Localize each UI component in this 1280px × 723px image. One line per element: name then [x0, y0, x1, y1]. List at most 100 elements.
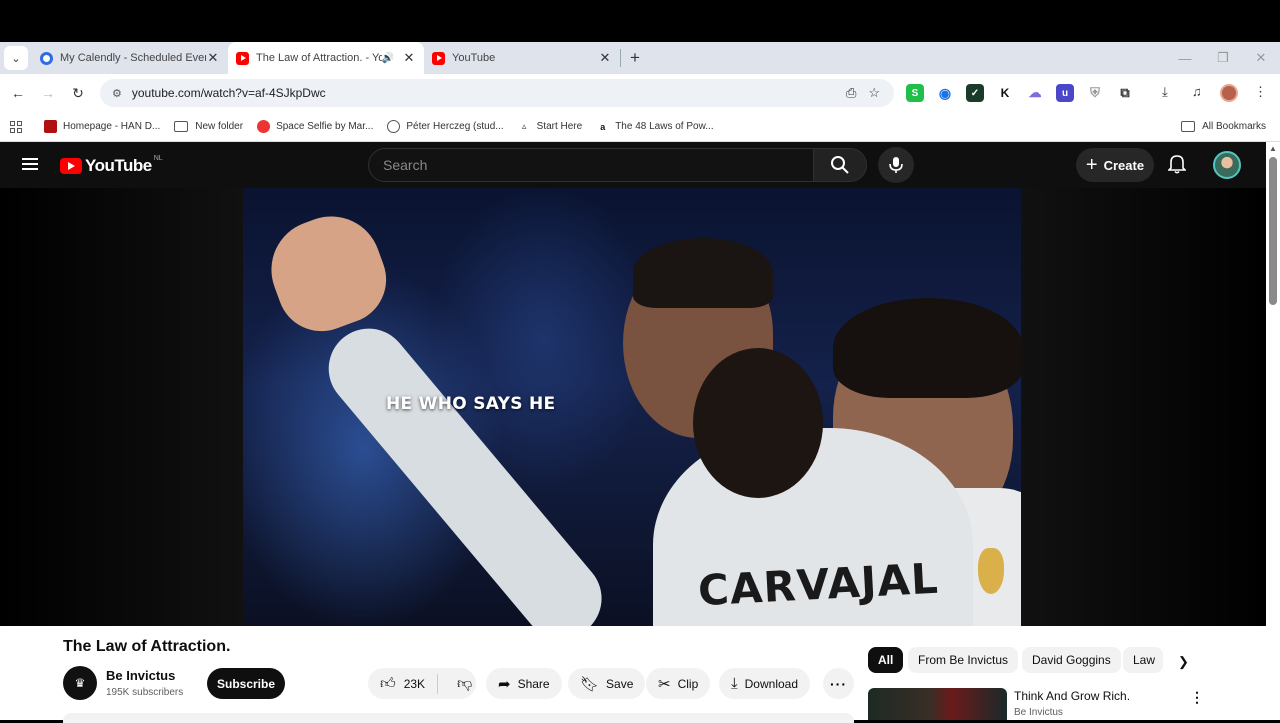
tab-law-of-attraction[interactable]: The Law of Attraction. - YouTube 🔊 ✕: [228, 42, 424, 74]
channel-name[interactable]: Be Invictus: [106, 668, 175, 683]
chip-david-goggins[interactable]: David Goggins: [1022, 647, 1121, 673]
tab-calendly[interactable]: My Calendly - Scheduled Events ✕: [32, 42, 228, 74]
close-window-icon[interactable]: ✕: [1242, 50, 1280, 66]
browser-profile-avatar[interactable]: [1220, 84, 1238, 102]
bookmark-label: New folder: [195, 121, 244, 132]
bookmarks-bar: Homepage - HAN D... New folder Space Sel…: [0, 112, 1280, 142]
bookmark-folder[interactable]: New folder: [174, 121, 243, 132]
chip-all[interactable]: All: [868, 647, 904, 673]
audio-playing-icon[interactable]: 🔊: [382, 53, 394, 64]
video-scene-back-head: [693, 348, 823, 498]
bookmark-item[interactable]: a The 48 Laws of Pow...: [596, 120, 713, 133]
minimize-icon[interactable]: —: [1166, 51, 1204, 66]
more-actions-button[interactable]: ···: [823, 668, 854, 699]
extension-shield-icon[interactable]: ⛨: [1086, 84, 1104, 102]
more-vertical-icon[interactable]: ⋮: [1190, 689, 1204, 706]
page-scrollbar[interactable]: ▲: [1266, 142, 1280, 720]
media-control-icon[interactable]: ♫: [1192, 84, 1202, 99]
voice-search-button[interactable]: [878, 147, 914, 183]
download-button[interactable]: ⤓ Download: [719, 668, 811, 699]
bookmark-item[interactable]: Homepage - HAN D...: [44, 120, 160, 133]
extensions-puzzle-icon[interactable]: ⧉: [1116, 84, 1134, 102]
browser-toolbar: ← → ↻ ⚙ youtube.com/watch?v=af-4SJkpDwc …: [0, 74, 1280, 112]
youtube-logo[interactable]: YouTube NL: [60, 154, 163, 176]
search-button[interactable]: [813, 148, 867, 182]
video-scene-teammate-hair: [833, 298, 1021, 398]
country-code: NL: [153, 154, 163, 162]
tab-search-button[interactable]: ⌄: [0, 42, 32, 74]
channel-avatar[interactable]: ♛: [63, 666, 97, 700]
install-app-icon[interactable]: ⎙: [846, 85, 856, 101]
youtube-favicon-icon: [432, 51, 445, 65]
extension-check-icon[interactable]: ✓: [966, 84, 984, 102]
forward-arrow-icon[interactable]: →: [33, 85, 63, 101]
extension-s-icon[interactable]: S: [906, 84, 924, 102]
reload-icon[interactable]: ↻: [63, 85, 93, 102]
clip-label: Clip: [677, 676, 699, 691]
channel-watermark-icon[interactable]: [1227, 578, 1249, 600]
like-button[interactable]: 👍︎ 23K: [368, 673, 439, 694]
bookmark-item[interactable]: ▵ Start Here: [518, 120, 582, 133]
bookmark-label: Péter Herczeg (stud...: [406, 121, 504, 132]
close-tab-icon[interactable]: ✕: [206, 50, 220, 66]
close-tab-icon[interactable]: ✕: [402, 50, 416, 66]
download-icon[interactable]: ⤓: [1162, 84, 1168, 100]
url-text[interactable]: youtube.com/watch?v=af-4SJkpDwc: [132, 86, 326, 100]
bookmark-star-icon[interactable]: ☆: [868, 85, 880, 101]
clip-button[interactable]: ✂ Clip: [646, 668, 711, 699]
site-info-icon[interactable]: ⚙: [112, 87, 122, 100]
download-arrow-icon: ⤓: [731, 675, 738, 692]
youtube-header: YouTube NL Search + Create: [0, 142, 1266, 188]
window-controls: — ❐ ✕: [1166, 42, 1280, 74]
bookmark-item[interactable]: Space Selfie by Mar...: [257, 120, 373, 133]
video-caption: HE WHO SAYS HE: [386, 394, 556, 414]
extension-u-icon[interactable]: u: [1056, 84, 1074, 102]
extension-cloud-icon[interactable]: ☁: [1026, 84, 1044, 102]
logo-text: YouTube: [85, 156, 152, 175]
subscribe-button[interactable]: Subscribe: [207, 668, 285, 699]
tab-youtube[interactable]: YouTube ✕: [424, 42, 620, 74]
back-arrow-icon[interactable]: ←: [3, 85, 33, 101]
dislike-button[interactable]: 👎︎: [445, 675, 484, 693]
search-input[interactable]: Search: [368, 148, 814, 182]
youtube-play-icon: [60, 158, 82, 174]
close-tab-icon[interactable]: ✕: [598, 50, 612, 66]
han-favicon-icon: [44, 120, 57, 133]
search-icon: [831, 156, 849, 174]
tab-title: YouTube: [452, 52, 496, 64]
thumbs-down-icon: 👎︎: [457, 674, 473, 692]
hamburger-menu-icon[interactable]: [22, 158, 38, 170]
notifications-button[interactable]: [1167, 154, 1187, 179]
chevron-right-icon[interactable]: ❯: [1178, 654, 1189, 670]
save-button[interactable]: 🔖︎ Save: [568, 668, 646, 699]
recommended-video-channel[interactable]: Be Invictus: [1014, 707, 1063, 718]
chip-law[interactable]: Law: [1123, 647, 1163, 673]
recommended-video-thumbnail[interactable]: [868, 688, 1007, 720]
tab-title: My Calendly - Scheduled Events: [60, 52, 206, 64]
extension-k-icon[interactable]: K: [996, 84, 1014, 102]
chip-from-channel[interactable]: From Be Invictus: [908, 647, 1019, 673]
recommended-video-title[interactable]: Think And Grow Rich.: [1014, 689, 1130, 703]
extension-circle-icon[interactable]: ◉: [936, 84, 954, 102]
restore-icon[interactable]: ❐: [1204, 50, 1242, 66]
apps-grid-icon[interactable]: [10, 120, 22, 133]
scrollbar-thumb[interactable]: [1269, 157, 1277, 305]
video-player-area[interactable]: CARVAJAL HE WHO SAYS HE: [0, 188, 1266, 626]
triangle-favicon-icon: ▵: [521, 121, 527, 131]
description-box[interactable]: [63, 713, 854, 723]
thumbs-up-icon: 👍︎: [380, 674, 396, 692]
address-bar[interactable]: ⚙ youtube.com/watch?v=af-4SJkpDwc ⎙ ☆: [100, 79, 894, 107]
share-button[interactable]: ➦ Share: [486, 668, 562, 699]
bookmark-item[interactable]: Péter Herczeg (stud...: [387, 120, 504, 133]
bookmark-label: The 48 Laws of Pow...: [615, 121, 714, 132]
account-avatar[interactable]: [1213, 151, 1241, 179]
all-bookmarks-button[interactable]: All Bookmarks: [1181, 121, 1266, 132]
create-button[interactable]: + Create: [1076, 148, 1154, 182]
scroll-up-arrow-icon[interactable]: ▲: [1269, 144, 1277, 153]
calendly-favicon-icon: [40, 51, 53, 65]
chrome-menu-icon[interactable]: ⋮: [1254, 84, 1267, 100]
bookmark-label: All Bookmarks: [1202, 121, 1266, 132]
new-tab-button[interactable]: +: [621, 42, 649, 74]
video-frame[interactable]: CARVAJAL HE WHO SAYS HE: [243, 188, 1021, 626]
subscriber-count: 195K subscribers: [106, 687, 184, 698]
